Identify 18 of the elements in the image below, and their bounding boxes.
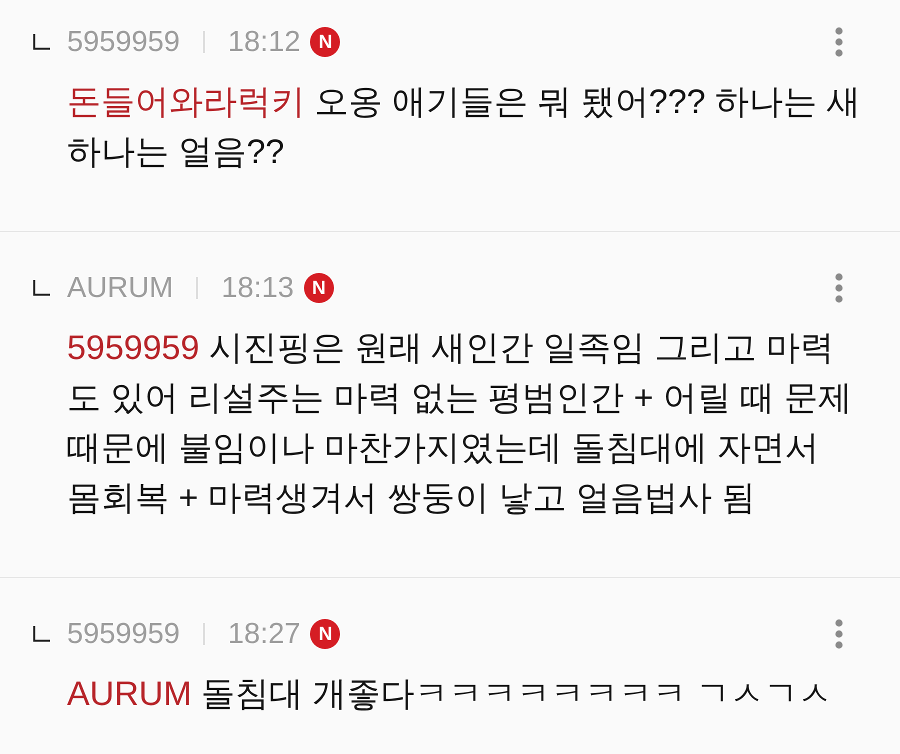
mention-link[interactable]: AURUM <box>67 675 192 713</box>
more-options-icon[interactable] <box>834 273 844 303</box>
comment-text: AURUM 돌침대 개좋다ㅋㅋㅋㅋㅋㅋㅋㅋ ㄱㅅㄱㅅ <box>67 674 834 715</box>
comment-text: 5959959 시진핑은 원래 새인간 일족임 그리고 마력도 있어 리설주는 마력 없는 평범인간 + 어릴 때 문제때문에 불임이나 마찬가지였는데 돌침대에 자면서 몸회복 + 마력생겨서 쌍둥이 낳고 얼음법사 됨 <box>67 328 853 519</box>
new-badge: N <box>310 27 340 57</box>
mention-link[interactable]: 5959959 <box>67 329 200 367</box>
new-badge: N <box>310 619 340 649</box>
new-badge: N <box>304 273 334 303</box>
comment-time: 18:27 <box>228 620 300 648</box>
more-options-icon[interactable] <box>834 619 844 649</box>
comment-time: 18:12 <box>228 28 300 56</box>
comment-time: 18:13 <box>221 274 294 302</box>
reply-corner-icon <box>33 34 50 50</box>
mention-link[interactable]: 돈들어와라럭키 <box>67 83 305 121</box>
comment-text: 돈들어와라럭키 오옹 애기들은 뭐 됐어??? 하나는 새 하나는 얼음?? <box>67 82 862 173</box>
more-options-icon[interactable] <box>834 27 844 57</box>
reply-corner-icon <box>33 626 50 642</box>
reply-corner-icon <box>33 280 50 296</box>
